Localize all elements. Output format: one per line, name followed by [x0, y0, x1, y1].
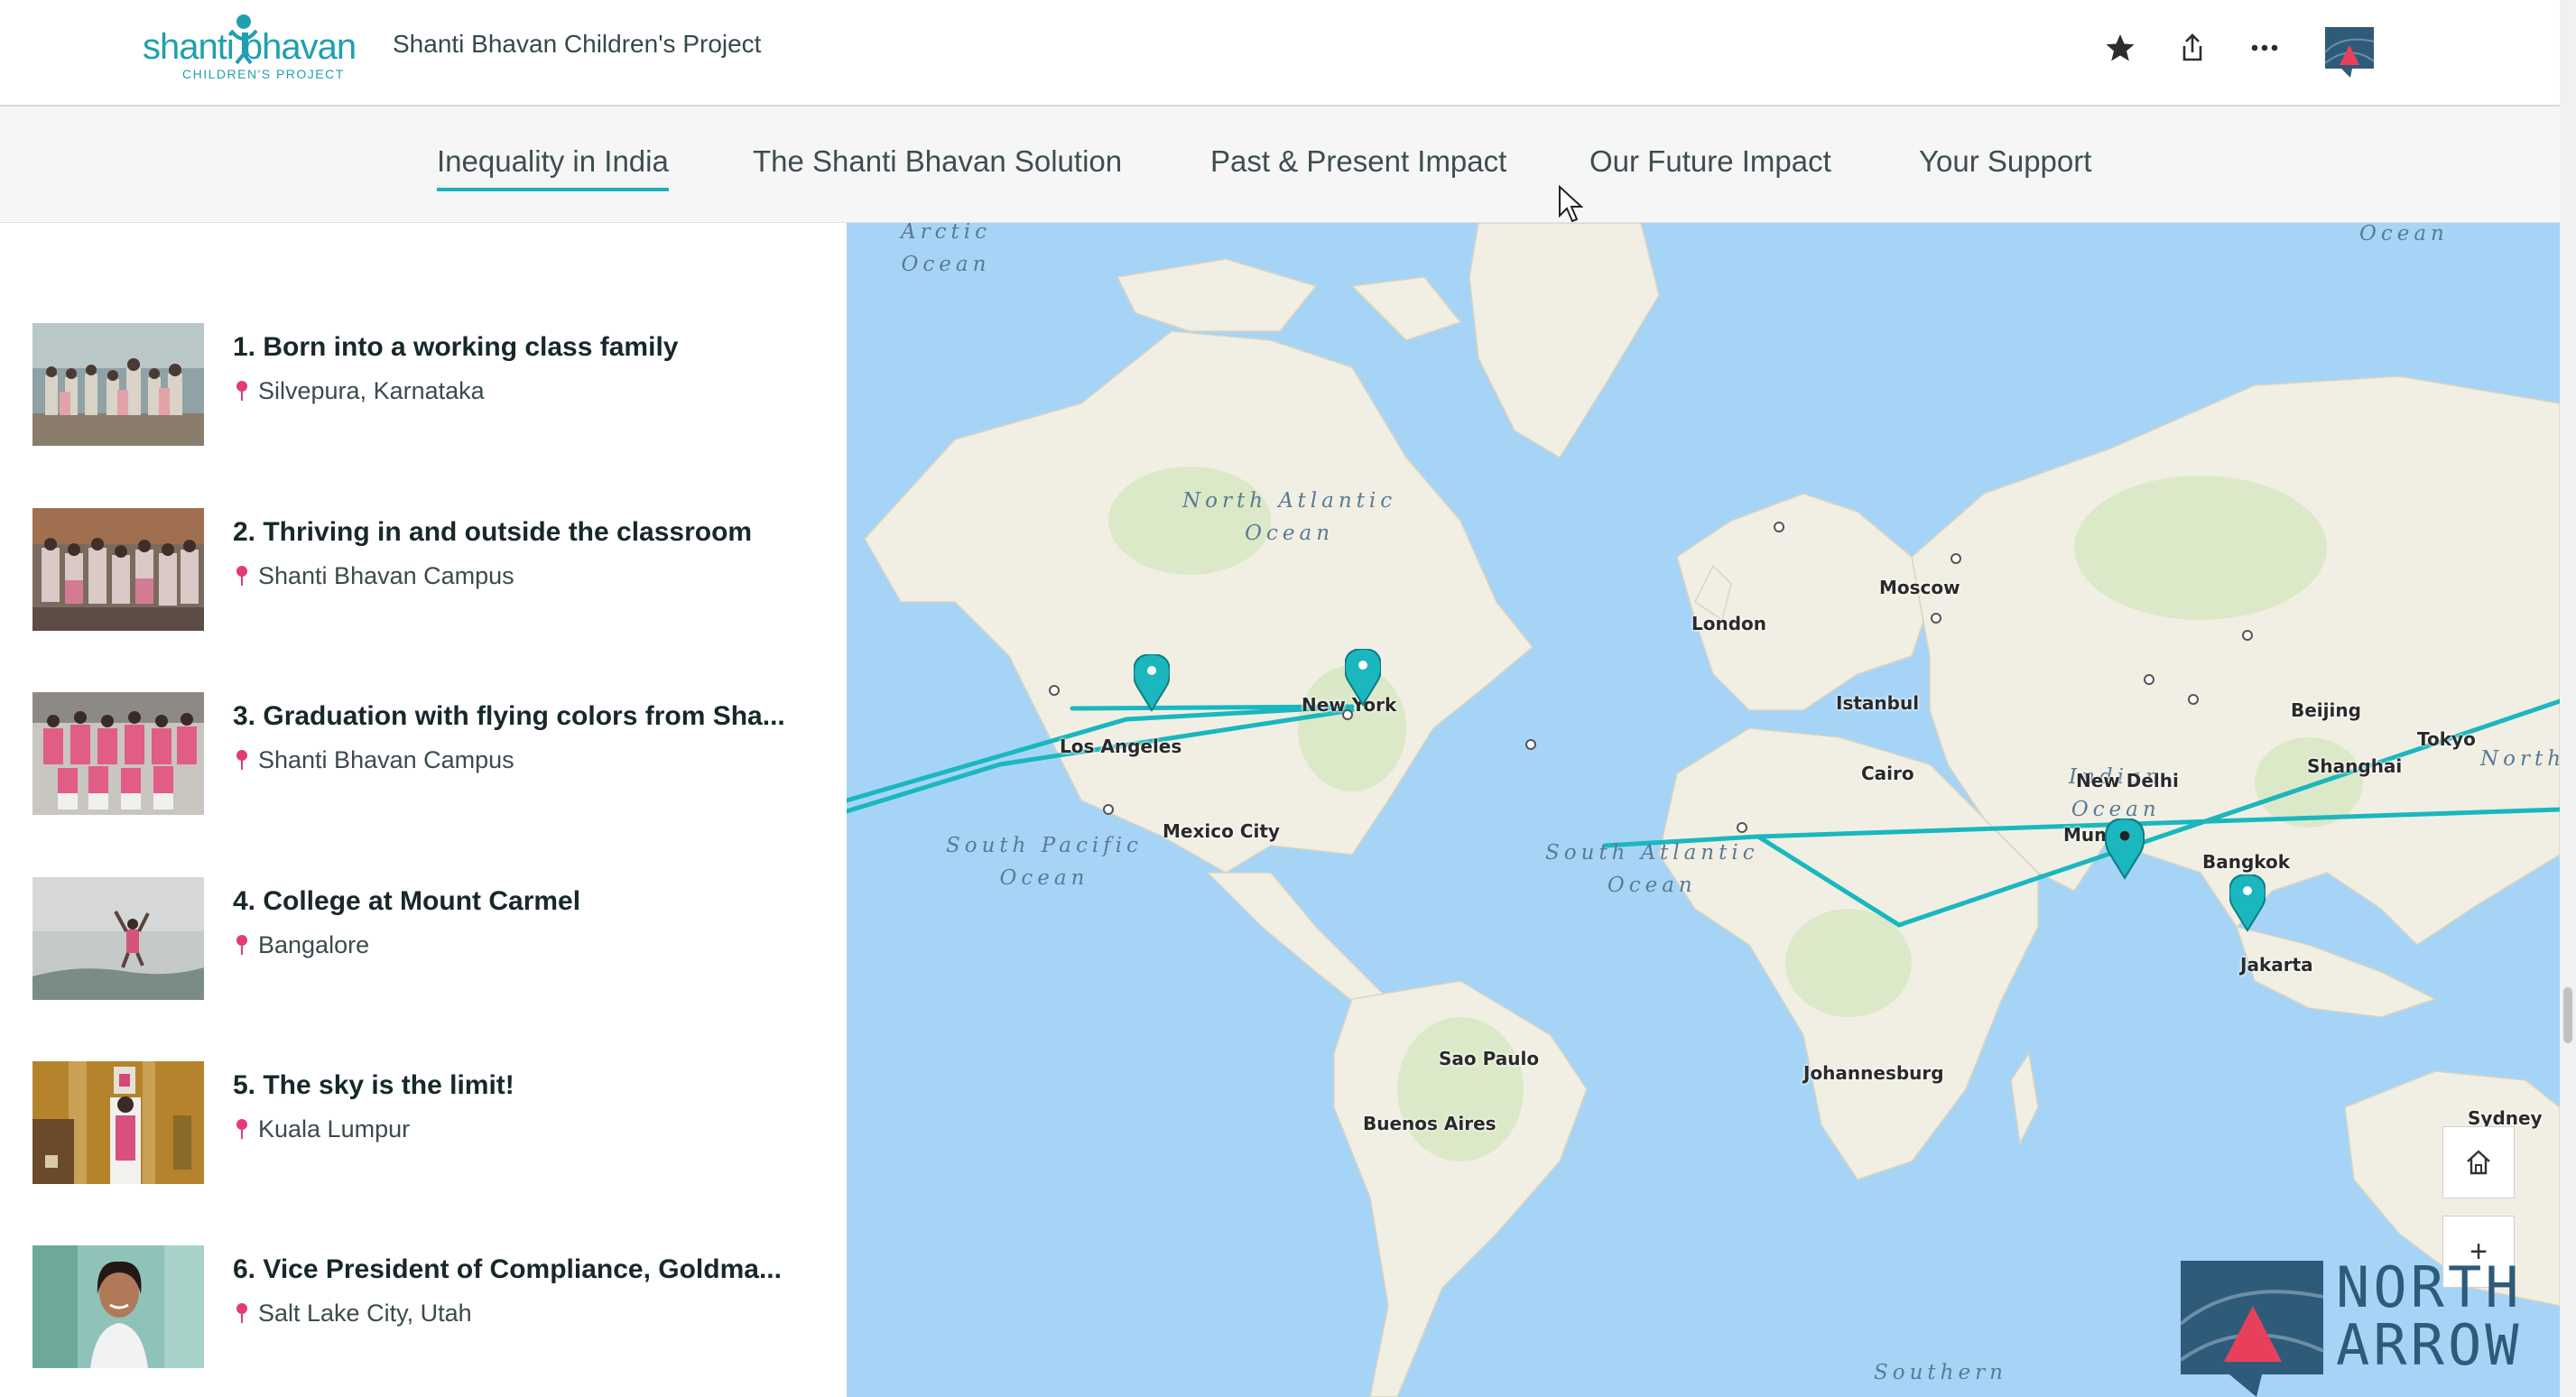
scrollbar-thumb[interactable] — [2563, 987, 2572, 1043]
city-label-new-delhi: New Delhi — [2076, 770, 2179, 791]
story-item-4[interactable]: 4. College at Mount Carmel Bangalore — [32, 877, 827, 1000]
city-label-johannesburg: Johannesburg — [1803, 1062, 1944, 1084]
story-title: 6. Vice President of Compliance, Goldma.… — [233, 1254, 782, 1284]
nav-tab-your-support[interactable]: Your Support — [1919, 144, 2091, 188]
story-title: 4. College at Mount Carmel — [233, 886, 581, 916]
story-item-6[interactable]: 6. Vice President of Compliance, Goldma.… — [32, 1245, 827, 1368]
city-label-london: London — [1691, 613, 1767, 634]
location-pin-icon — [236, 935, 247, 955]
city-label-moscow: Moscow — [1879, 577, 1960, 598]
app-header: shanti bhavan CHILDREN'S PROJECT Shanti … — [0, 0, 2560, 106]
story-title: 5. The sky is the limit! — [233, 1070, 514, 1100]
logo-figure-icon — [229, 14, 258, 65]
more-options-button[interactable] — [2244, 27, 2285, 69]
city-label-jakarta: Jakarta — [2240, 954, 2313, 976]
map-marker-1[interactable] — [1134, 654, 1170, 712]
story-navigation: Inequality in India The Shanti Bhavan So… — [0, 106, 2560, 223]
ocean-label-north-right: North — [2480, 747, 2560, 771]
story-location-label: Shanti Bhavan Campus — [258, 562, 514, 589]
story-location: Kuala Lumpur — [233, 1115, 410, 1143]
story-thumbnail — [32, 508, 204, 631]
ocean-label-arctic: Arctic Ocean — [901, 223, 991, 276]
story-item-3[interactable]: 3. Graduation with flying colors from Sh… — [32, 692, 827, 815]
family-photo-image — [32, 323, 204, 446]
shanti-bhavan-logo[interactable]: shanti bhavan CHILDREN'S PROJECT — [143, 11, 374, 87]
share-button[interactable] — [2172, 27, 2213, 69]
more-icon — [2251, 44, 2278, 51]
map-marker-3[interactable] — [2105, 819, 2145, 880]
location-pin-icon — [236, 566, 247, 586]
location-pin-icon — [236, 750, 247, 770]
story-item-2[interactable]: 2. Thriving in and outside the classroom… — [32, 508, 827, 631]
story-location-label: Bangalore — [258, 931, 370, 958]
story-location-label: Kuala Lumpur — [258, 1115, 411, 1143]
city-label-mexico-city: Mexico City — [1163, 820, 1280, 842]
city-label-cairo: Cairo — [1861, 763, 1914, 784]
speaker-photo-image — [32, 1061, 204, 1184]
story-title: 1. Born into a working class family — [233, 332, 679, 362]
story-thumbnail — [32, 323, 204, 446]
city-label-beijing: Beijing — [2291, 699, 2361, 721]
story-item-5[interactable]: 5. The sky is the limit! Kuala Lumpur — [32, 1061, 827, 1184]
story-location: Shanti Bhavan Campus — [233, 746, 514, 774]
story-location-label: Shanti Bhavan Campus — [258, 746, 514, 773]
site-title: Shanti Bhavan Children's Project — [393, 30, 762, 58]
graduation-photo-image — [32, 692, 204, 815]
star-icon — [2106, 34, 2135, 61]
nav-tab-inequality-in-india[interactable]: Inequality in India — [437, 144, 669, 191]
nav-tab-shanti-bhavan-solution[interactable]: The Shanti Bhavan Solution — [753, 144, 1122, 188]
story-thumbnail — [32, 1061, 204, 1184]
story-location-label: Salt Lake City, Utah — [258, 1300, 472, 1327]
city-label-sao-paulo: Sao Paulo — [1439, 1048, 1540, 1069]
map-home-button[interactable] — [2442, 1126, 2515, 1198]
story-location: Bangalore — [233, 931, 369, 959]
watermark-wordmark: NORTH ARROW — [2336, 1259, 2523, 1374]
map-basemap — [847, 223, 2560, 1397]
home-icon — [2467, 1150, 2490, 1175]
ocean-label-south-atlantic: South Atlantic Ocean — [1545, 841, 1759, 897]
city-label-los-angeles: Los Angeles — [1060, 736, 1182, 757]
story-location: Shanti Bhavan Campus — [233, 562, 514, 590]
city-label-tokyo: Tokyo — [2417, 728, 2476, 750]
share-icon — [2182, 33, 2202, 61]
classroom-photo-image — [32, 508, 204, 631]
favorite-button[interactable] — [2099, 27, 2141, 69]
story-title: 2. Thriving in and outside the classroom — [233, 517, 753, 547]
story-thumbnail — [32, 692, 204, 815]
city-label-bangkok: Bangkok — [2202, 851, 2291, 873]
world-map[interactable]: Arctic Ocean North Atlantic Ocean South Pa… — [847, 223, 2560, 1397]
map-marker-4[interactable] — [2229, 874, 2266, 932]
ocean-label-southern: Southern — [1874, 1361, 2007, 1384]
city-label-buenos-aires: Buenos Aires — [1363, 1113, 1496, 1134]
logo-subtitle: CHILDREN'S PROJECT — [182, 67, 345, 81]
watermark-line-2: ARROW — [2336, 1312, 2523, 1378]
ocean-label-north-atlantic: North Atlantic Ocean — [1182, 489, 1397, 545]
story-location: Salt Lake City, Utah — [233, 1300, 472, 1328]
map-marker-2[interactable] — [1345, 649, 1381, 707]
north-arrow-avatar[interactable] — [2323, 25, 2376, 78]
portrait-photo-image — [32, 1245, 204, 1368]
location-pin-icon — [236, 1119, 247, 1139]
city-label-istanbul: Istanbul — [1836, 692, 1920, 714]
story-title: 3. Graduation with flying colors from Sh… — [233, 701, 785, 731]
story-location: Silvepura, Karnataka — [233, 377, 485, 405]
jumping-girl-photo-image — [32, 877, 204, 1000]
watermark-line-1: NORTH — [2336, 1254, 2523, 1320]
page-scrollbar[interactable] — [2560, 0, 2576, 1397]
story-list: 1. Born into a working class family Silv… — [0, 223, 847, 1397]
city-label-shanghai: Shanghai — [2307, 755, 2403, 777]
mouse-cursor-icon — [1559, 185, 1583, 223]
story-thumbnail — [32, 1245, 204, 1368]
story-location-label: Silvepura, Karnataka — [258, 377, 485, 404]
story-item-1[interactable]: 1. Born into a working class family Silv… — [32, 323, 827, 446]
ocean-label-top-right: Ocean — [2359, 223, 2449, 245]
ocean-label-south-pacific: South Pacific Ocean — [946, 834, 1143, 890]
nav-tab-our-future-impact[interactable]: Our Future Impact — [1589, 144, 1831, 188]
nav-tab-past-present-impact[interactable]: Past & Present Impact — [1210, 144, 1506, 188]
location-pin-icon — [236, 381, 247, 401]
story-thumbnail — [32, 877, 204, 1000]
location-pin-icon — [236, 1303, 247, 1323]
